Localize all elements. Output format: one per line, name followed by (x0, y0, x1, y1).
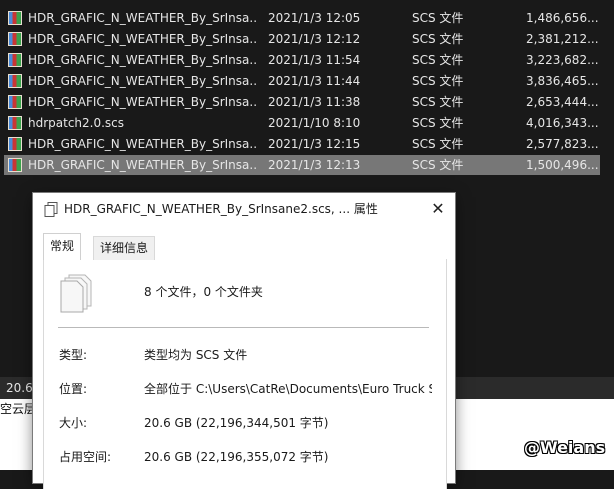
close-icon[interactable]: ✕ (421, 193, 455, 225)
file-type: SCS 文件 (412, 74, 464, 88)
type-value: 类型均为 SCS 文件 (144, 348, 248, 362)
properties-dialog: HDR_GRAFIC_N_WEATHER_By_SrInsane2.scs, .… (33, 193, 455, 489)
selection-summary: 8 个文件，0 个文件夹 (144, 285, 263, 299)
file-row[interactable]: HDR_GRAFIC_N_WEATHER_By_SrInsa... 2021/1… (4, 29, 600, 49)
file-type: SCS 文件 (412, 158, 464, 172)
file-date: 2021/1/3 11:44 (268, 74, 361, 88)
multiple-files-icon (60, 274, 92, 313)
file-date: 2021/1/3 12:13 (268, 158, 361, 172)
archive-icon (8, 32, 22, 46)
file-size: 2,653,444... (526, 95, 599, 109)
file-row[interactable]: HDR_GRAFIC_N_WEATHER_By_SrInsa... 2021/1… (4, 71, 600, 91)
file-type: SCS 文件 (412, 95, 464, 109)
archive-icon (8, 95, 22, 109)
file-size: 3,223,682... (526, 53, 599, 67)
size-on-disk-label: 占用空间: (59, 450, 112, 464)
status-size-text: 20.6 (6, 381, 33, 395)
file-row[interactable]: HDR_GRAFIC_N_WEATHER_By_SrInsa... 2021/1… (4, 92, 600, 112)
file-name: HDR_GRAFIC_N_WEATHER_By_SrInsa... (28, 74, 258, 88)
file-name: HDR_GRAFIC_N_WEATHER_By_SrInsa... (28, 158, 258, 172)
archive-icon (8, 74, 22, 88)
file-type: SCS 文件 (412, 116, 464, 130)
file-list: HDR_GRAFIC_N_WEATHER_By_SrInsa... 2021/1… (0, 0, 614, 182)
file-row[interactable]: hdrpatch2.0.scs 2021/1/10 8:10 SCS 文件 4,… (4, 113, 600, 133)
dialog-title: HDR_GRAFIC_N_WEATHER_By_SrInsane2.scs, .… (64, 202, 378, 216)
file-size: 1,486,656... (526, 11, 599, 25)
file-date: 2021/1/3 12:05 (268, 11, 361, 25)
file-name: hdrpatch2.0.scs (28, 116, 125, 130)
size-label: 大小: (59, 416, 88, 430)
file-type: SCS 文件 (412, 137, 464, 151)
size-on-disk-value: 20.6 GB (22,196,355,072 字节) (144, 450, 329, 464)
separator (58, 327, 429, 328)
multiple-files-icon (44, 202, 58, 217)
archive-icon (8, 53, 22, 67)
location-label: 位置: (59, 382, 88, 396)
file-name: HDR_GRAFIC_N_WEATHER_By_SrInsa... (28, 32, 258, 46)
dialog-titlebar[interactable]: HDR_GRAFIC_N_WEATHER_By_SrInsane2.scs, .… (33, 193, 455, 225)
file-date: 2021/1/3 11:38 (268, 95, 361, 109)
archive-icon (8, 11, 22, 25)
file-row[interactable]: HDR_GRAFIC_N_WEATHER_By_SrInsa... 2021/1… (4, 134, 600, 154)
size-value: 20.6 GB (22,196,344,501 字节) (144, 416, 329, 430)
type-label: 类型: (59, 348, 88, 362)
file-icon (8, 116, 22, 130)
location-value: 全部位于 C:\Users\CatRe\Documents\Euro Truck… (144, 382, 432, 396)
tab-general[interactable]: 常规 (43, 233, 82, 260)
file-type: SCS 文件 (412, 53, 464, 67)
file-name: HDR_GRAFIC_N_WEATHER_By_SrInsa... (28, 137, 258, 151)
file-type: SCS 文件 (412, 11, 464, 25)
file-date: 2021/1/3 12:15 (268, 137, 361, 151)
file-size: 1,500,496... (526, 158, 599, 172)
archive-icon (8, 158, 22, 172)
file-name: HDR_GRAFIC_N_WEATHER_By_SrInsa... (28, 53, 258, 67)
file-size: 4,016,343... (526, 116, 599, 130)
file-type: SCS 文件 (412, 32, 464, 46)
file-row[interactable]: HDR_GRAFIC_N_WEATHER_By_SrInsa... 2021/1… (4, 8, 600, 28)
status-bar: 20.6 (0, 377, 34, 399)
scrollbar[interactable] (600, 0, 614, 182)
watermark: @Weians (524, 438, 606, 457)
file-size: 2,577,823... (526, 137, 599, 151)
tab-details[interactable]: 详细信息 (93, 236, 156, 260)
archive-icon (8, 137, 22, 151)
file-name: HDR_GRAFIC_N_WEATHER_By_SrInsa... (28, 95, 258, 109)
file-date: 2021/1/3 12:12 (268, 32, 361, 46)
file-size: 2,381,212... (526, 32, 599, 46)
file-date: 2021/1/10 8:10 (268, 116, 361, 130)
file-row-selected[interactable]: HDR_GRAFIC_N_WEATHER_By_SrInsa... 2021/1… (4, 155, 600, 175)
status-bar-right (455, 377, 614, 399)
file-date: 2021/1/3 11:54 (268, 53, 361, 67)
file-size: 3,836,465... (526, 74, 599, 88)
background-text: 空云层 (0, 402, 37, 416)
file-name: HDR_GRAFIC_N_WEATHER_By_SrInsa... (28, 11, 258, 25)
file-row[interactable]: HDR_GRAFIC_N_WEATHER_By_SrInsa... 2021/1… (4, 50, 600, 70)
